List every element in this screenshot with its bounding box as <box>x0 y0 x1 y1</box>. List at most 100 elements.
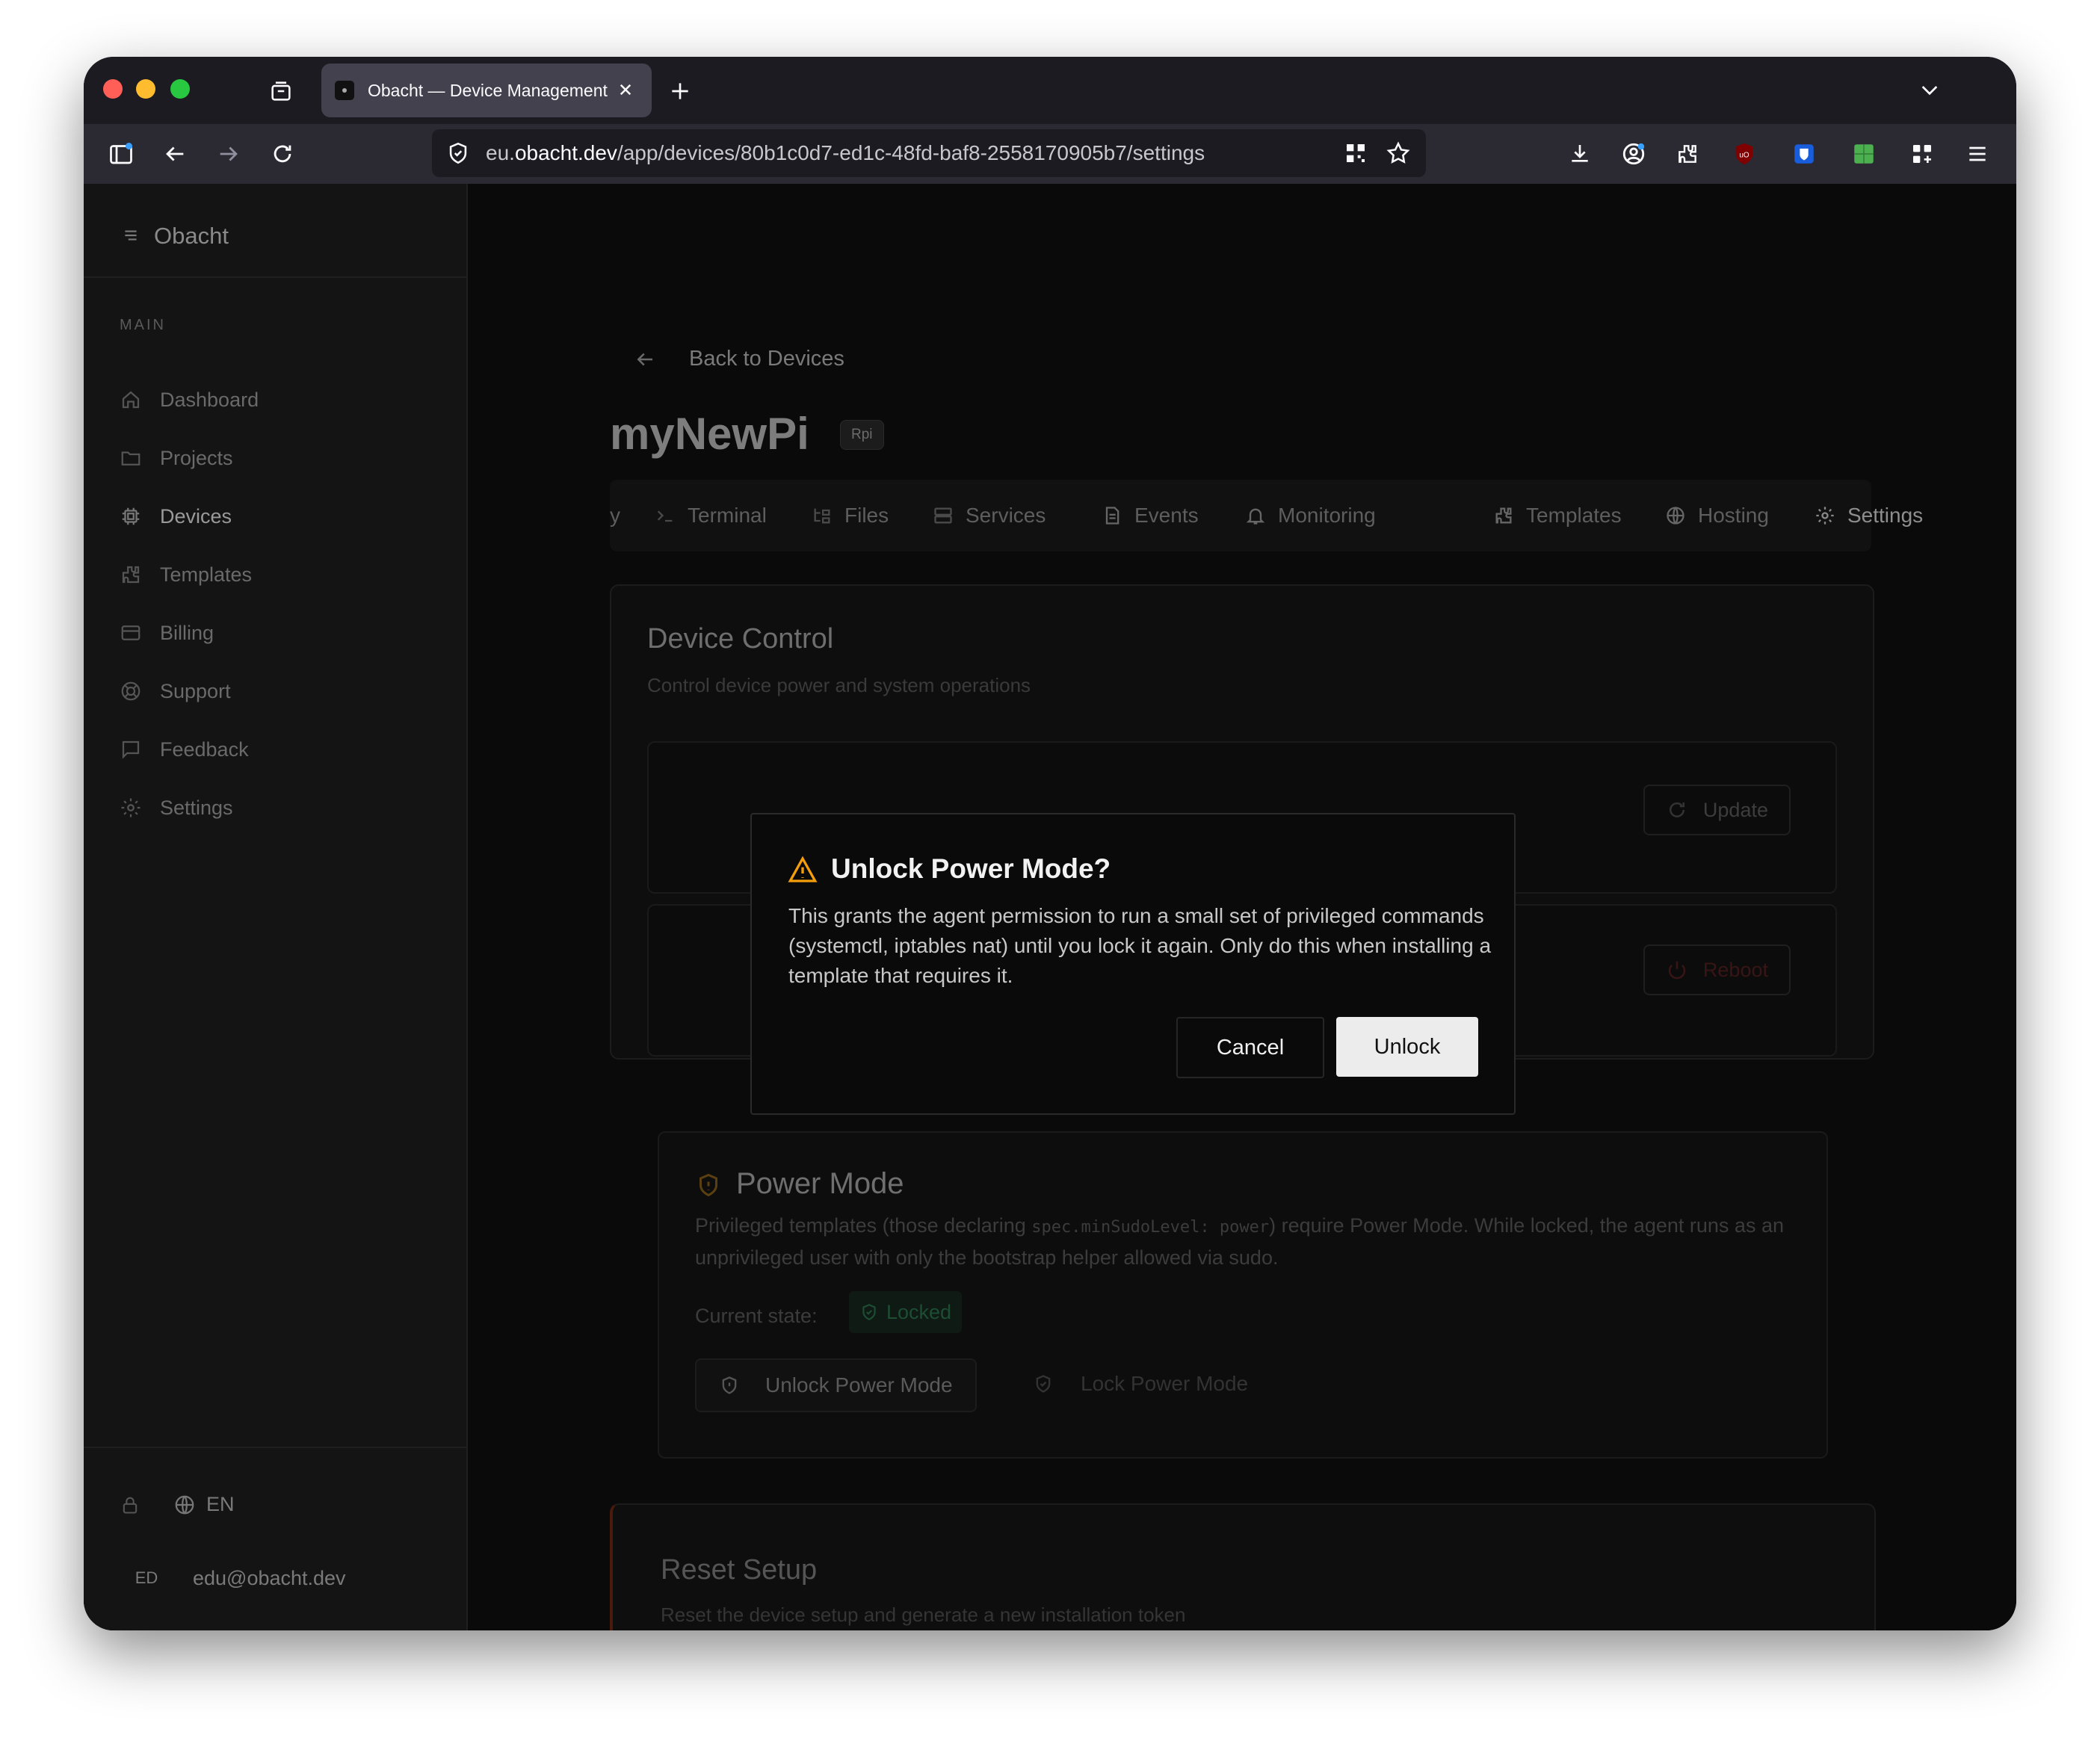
extensions-icon[interactable] <box>1671 137 1704 170</box>
tab-monitoring[interactable]: Monitoring <box>1245 480 1376 551</box>
power-mode-state-label: Current state: <box>695 1305 818 1327</box>
dialog-body: This grants the agent permission to run … <box>788 904 1492 987</box>
sidebar-item-support[interactable]: Support <box>120 672 231 710</box>
tab-close-icon[interactable] <box>614 78 637 105</box>
device-type-badge: Rpi <box>840 420 884 450</box>
sidebar-item-projects[interactable]: Projects <box>120 439 233 477</box>
page-title: myNewPi <box>610 409 809 459</box>
minimize-window-button[interactable] <box>136 79 155 99</box>
favicon-icon <box>335 81 354 100</box>
power-mode-title: Power Mode <box>736 1167 904 1200</box>
reload-icon[interactable] <box>266 137 299 170</box>
lock-power-mode-button[interactable]: Lock Power Mode <box>1033 1358 1248 1409</box>
sidebar-toggle-icon[interactable] <box>105 137 138 170</box>
menu-hamburger-icon[interactable] <box>1961 137 1994 170</box>
brand-name: Obacht <box>154 223 229 249</box>
unlock-button[interactable]: Unlock <box>1336 1017 1478 1077</box>
arrow-left-icon <box>637 353 652 365</box>
chip-icon <box>122 507 140 525</box>
refresh-icon <box>1669 802 1684 817</box>
lock-icon[interactable] <box>120 1494 140 1515</box>
tab-overview-partial[interactable]: y <box>610 480 620 551</box>
shield-check-icon <box>862 1304 876 1320</box>
tab-bar: Obacht — Device Management <box>84 57 2016 124</box>
sidebar-header: Obacht <box>84 184 466 278</box>
shield-icon <box>722 1376 737 1394</box>
avatar: ED <box>135 1568 158 1587</box>
tab-files[interactable]: Files <box>812 480 889 551</box>
tab-templates[interactable]: Templates <box>1493 480 1622 551</box>
bitwarden-icon[interactable] <box>1788 137 1820 170</box>
tab-services[interactable]: Services <box>933 480 1046 551</box>
url-bar[interactable]: eu.obacht.dev/app/devices/80b1c0d7-ed1c-… <box>432 129 1426 177</box>
tab-settings[interactable]: Settings <box>1815 480 1923 551</box>
close-window-button[interactable] <box>103 79 123 99</box>
globe-icon <box>175 1495 194 1514</box>
tab-hosting[interactable]: Hosting <box>1665 480 1769 551</box>
card-icon <box>121 625 140 640</box>
url-text: eu.obacht.dev/app/devices/80b1c0d7-ed1c-… <box>486 141 1205 164</box>
power-icon <box>1668 961 1686 980</box>
folder-tree-icon <box>814 508 830 524</box>
power-mode-description: Privileged templates (those declaring sp… <box>695 1214 1784 1269</box>
forward-arrow-icon[interactable] <box>212 137 245 170</box>
reset-setup-title: Reset Setup <box>661 1554 818 1586</box>
account-icon[interactable] <box>1617 137 1650 170</box>
tab-groups-icon[interactable] <box>266 76 296 106</box>
folder-icon <box>121 451 140 466</box>
sidebar-item-templates[interactable]: Templates <box>120 556 252 593</box>
gear-icon <box>1816 507 1834 525</box>
new-tab-icon[interactable] <box>665 76 695 106</box>
home-icon <box>122 391 140 409</box>
tab-events[interactable]: Events <box>1102 480 1199 551</box>
tab-title: Obacht — Device Management <box>368 80 608 100</box>
reset-setup-subtitle: Reset the device setup and generate a ne… <box>661 1604 1186 1626</box>
puzzle-icon <box>122 566 140 584</box>
bookmark-star-icon[interactable] <box>1386 140 1411 166</box>
sidebar-section-label: MAIN <box>120 317 166 333</box>
gear-icon <box>121 798 140 817</box>
document-icon <box>1105 507 1120 525</box>
collapse-menu-icon[interactable] <box>121 226 140 245</box>
shield-warning-icon <box>700 1173 717 1197</box>
user-email: edu@obacht.dev <box>193 1566 346 1589</box>
globe-icon <box>1667 507 1684 525</box>
shield-check-icon <box>1036 1375 1051 1393</box>
chat-icon <box>122 740 140 759</box>
warning-triangle-icon <box>788 856 818 882</box>
back-arrow-icon[interactable] <box>158 137 191 170</box>
update-button[interactable]: Update <box>1643 785 1791 835</box>
qr-code-icon[interactable] <box>1344 141 1368 165</box>
puzzle-icon <box>1495 507 1512 524</box>
svg-text:uO: uO <box>1739 151 1750 159</box>
device-tabs: y Terminal Files Services Events Monitor… <box>610 480 1923 551</box>
downloads-icon[interactable] <box>1563 137 1596 170</box>
sidebar-item-devices[interactable]: Devices <box>120 498 232 535</box>
sidebar-item-feedback[interactable]: Feedback <box>120 731 249 768</box>
lifebuoy-icon <box>121 681 140 701</box>
maximize-window-button[interactable] <box>170 79 190 99</box>
back-to-devices-link[interactable]: Back to Devices <box>634 347 844 371</box>
browser-tab[interactable]: Obacht — Device Management <box>321 64 652 117</box>
sidebar-item-dashboard[interactable]: Dashboard <box>120 381 259 418</box>
ublock-icon[interactable]: uO <box>1728 137 1761 170</box>
sidebar-footer <box>84 1447 466 1630</box>
sidebar-item-billing[interactable]: Billing <box>120 614 214 652</box>
dialog-title: Unlock Power Mode? <box>831 853 1111 884</box>
device-control-title: Device Control <box>647 623 834 655</box>
cancel-button[interactable]: Cancel <box>1176 1017 1324 1078</box>
tab-terminal[interactable]: Terminal <box>655 480 767 551</box>
reboot-button[interactable]: Reboot <box>1643 944 1791 995</box>
sidebar-item-settings[interactable]: Settings <box>120 789 233 826</box>
user-profile[interactable]: ED edu@obacht.dev <box>123 1559 346 1598</box>
terminal-icon <box>657 510 673 522</box>
shield-check-icon[interactable] <box>445 140 471 166</box>
green-extension-icon[interactable] <box>1847 137 1880 170</box>
apps-grid-icon[interactable] <box>1906 137 1939 170</box>
unlock-power-mode-button[interactable]: Unlock Power Mode <box>695 1358 977 1412</box>
bell-icon <box>1246 508 1265 525</box>
server-icon <box>934 507 952 524</box>
device-control-subtitle: Control device power and system operatio… <box>647 674 1031 696</box>
language-switcher[interactable]: EN <box>120 1493 235 1516</box>
list-tabs-chevron-icon[interactable] <box>1915 75 1945 105</box>
